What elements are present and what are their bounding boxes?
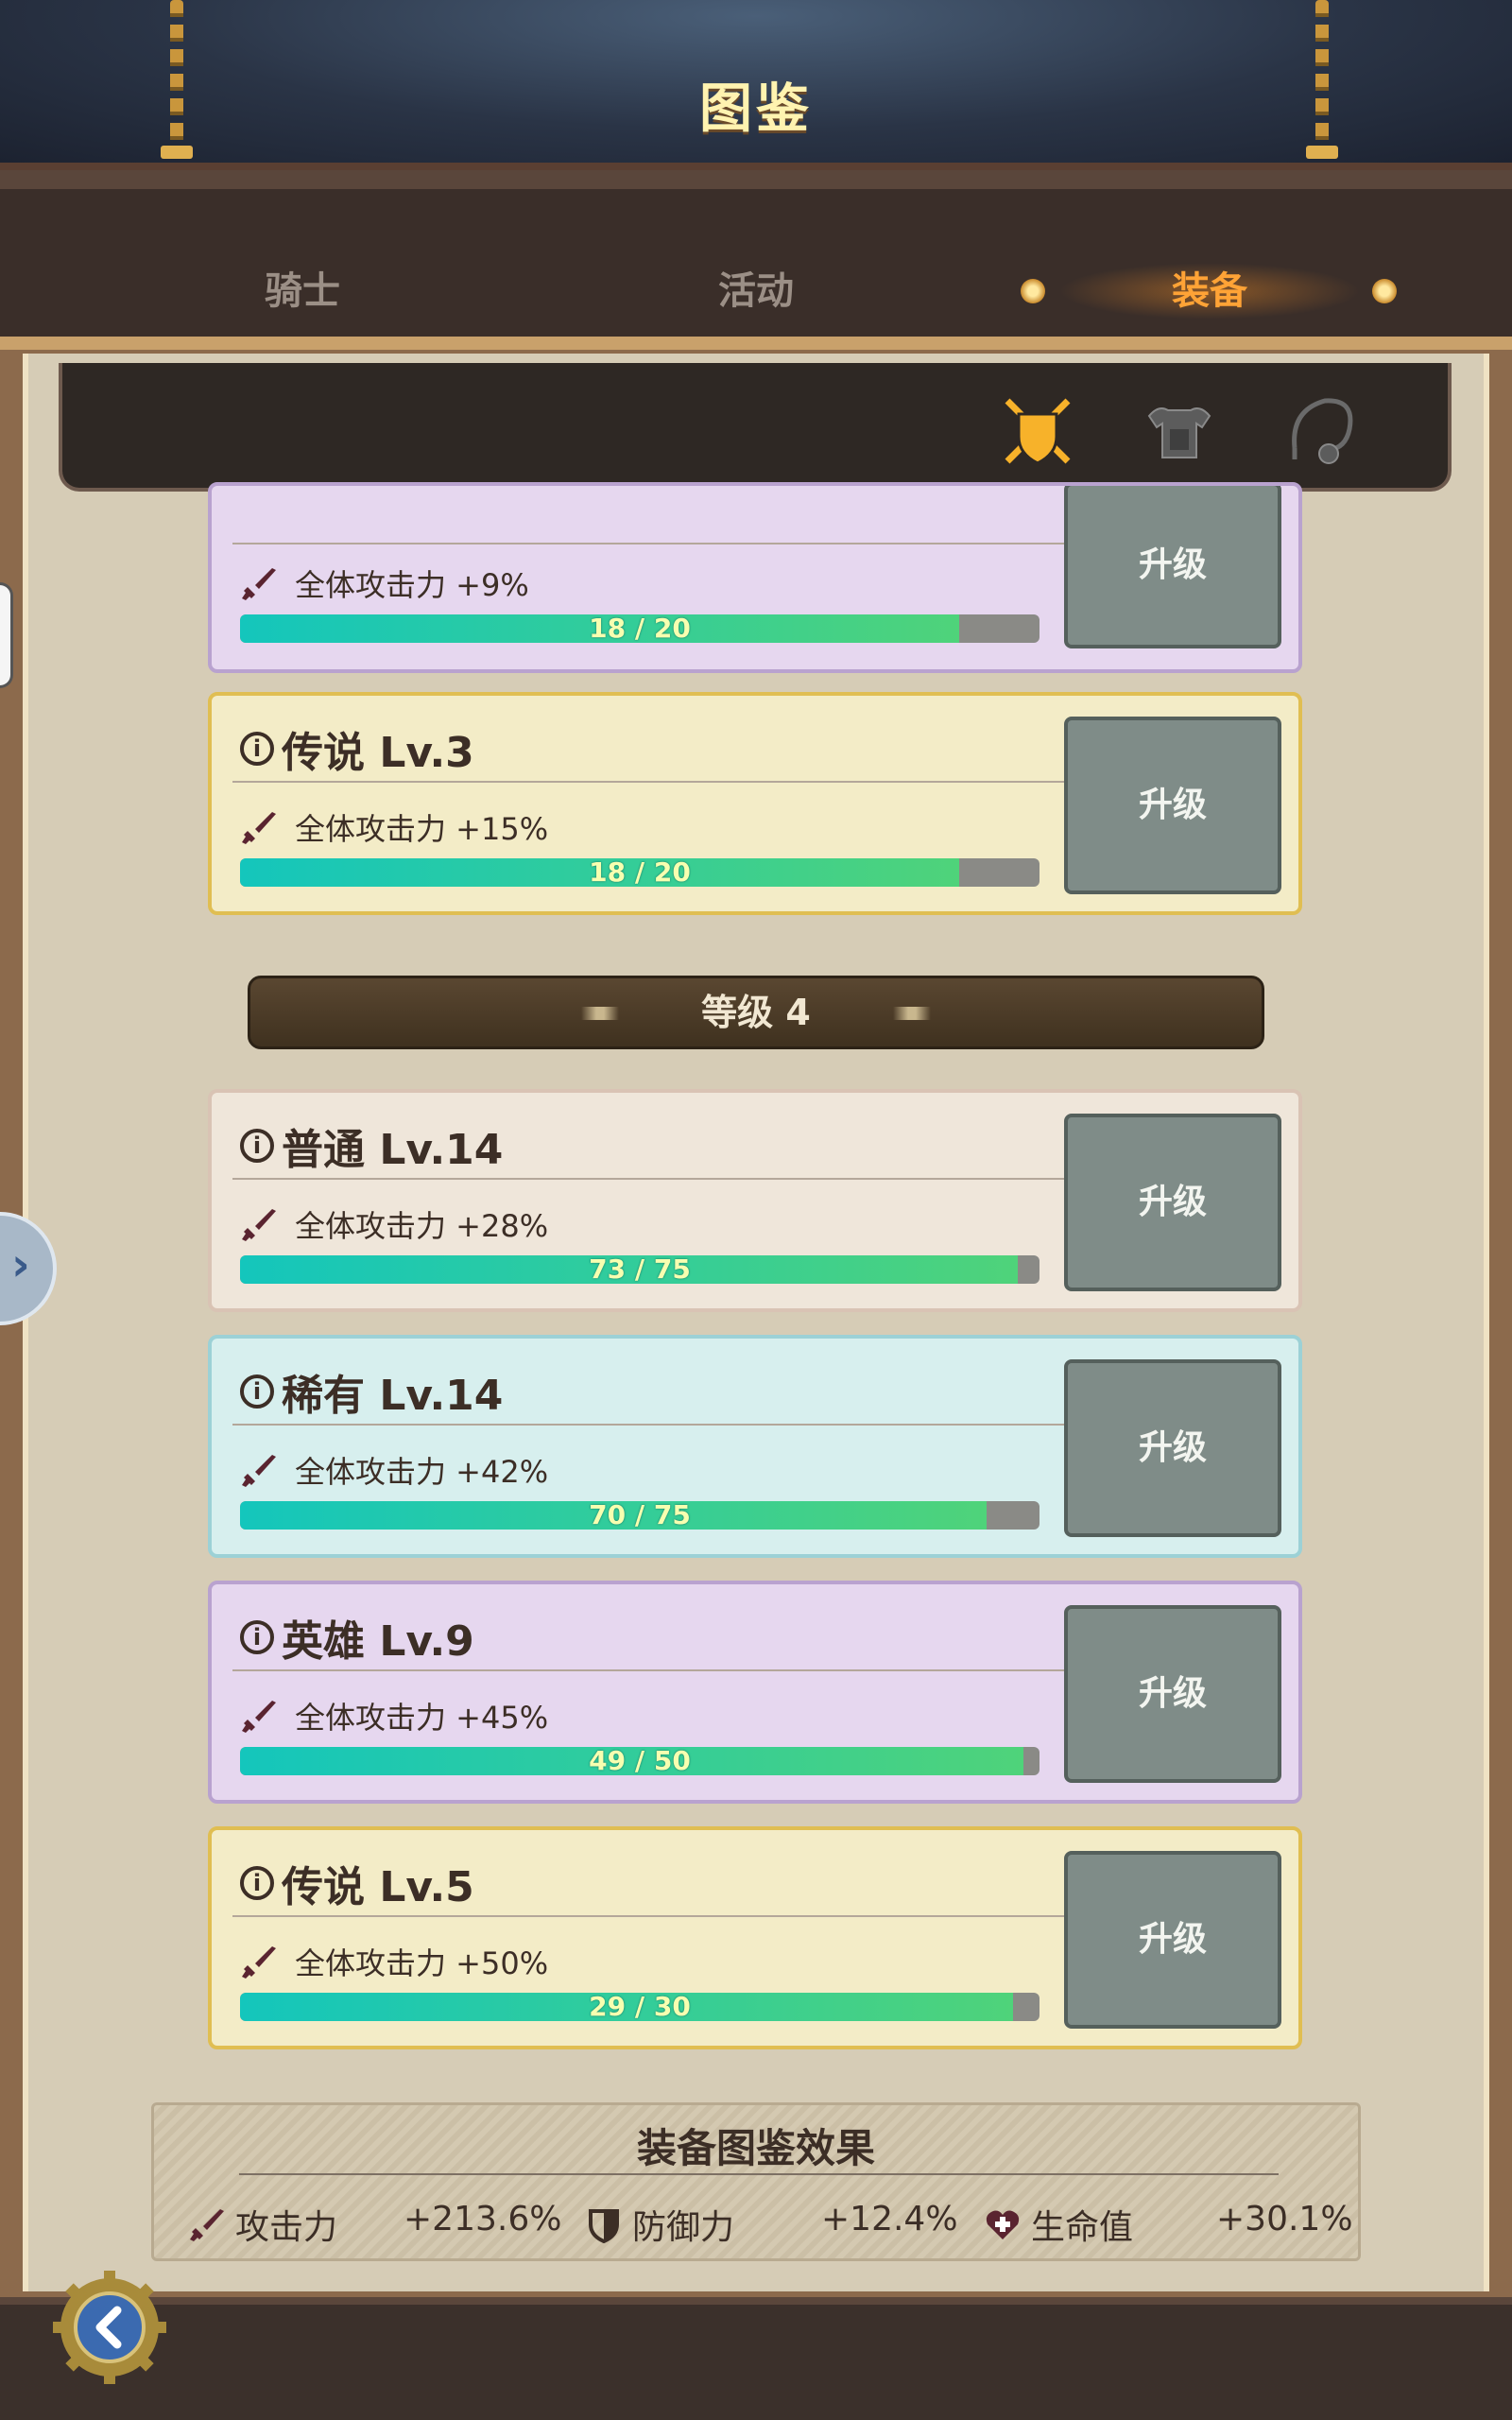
- card-bonus: 全体攻击力 +9%: [240, 562, 529, 605]
- bottom-bar: [0, 2297, 1512, 2420]
- progress-text: 29 / 30: [589, 1993, 691, 2021]
- card-title: i 稀有 Lv.14: [240, 1361, 503, 1422]
- shield-icon: [589, 2209, 619, 2243]
- card-separator: [232, 1915, 1068, 1917]
- card-title: i 普通 Lv.14: [240, 1115, 503, 1176]
- collection-card-legend-lv5: i 传说 Lv.5 全体攻击力 +50% 29 / 30 升级: [208, 1826, 1302, 2049]
- ornament-right: [893, 1007, 931, 1020]
- sword-icon: [242, 1455, 276, 1487]
- progress-text: 49 / 50: [589, 1747, 691, 1775]
- collection-card-epic: i 英雄 Lv.9 全体攻击力 +45% 49 / 50 升级: [208, 1581, 1302, 1804]
- card-bonus: 全体攻击力 +42%: [240, 1448, 548, 1492]
- progress-text: 73 / 75: [589, 1255, 691, 1284]
- card-bonus: 全体攻击力 +45%: [240, 1694, 548, 1737]
- sword-icon: [190, 2209, 224, 2241]
- sword-icon: [242, 568, 276, 600]
- collection-card-legend: i 传说 Lv.3 全体攻击力 +15% 18 / 20 升级: [208, 692, 1302, 915]
- card-bonus: 全体攻击力 +15%: [240, 805, 548, 849]
- ornament-left: [581, 1007, 619, 1020]
- progress-bar: 73 / 75: [240, 1255, 1040, 1284]
- card-bonus: 全体攻击力 +28%: [240, 1202, 548, 1246]
- stat-attack-value: +213.6%: [404, 2200, 562, 2238]
- info-icon[interactable]: i: [240, 732, 274, 766]
- info-icon[interactable]: i: [240, 1866, 274, 1900]
- upgrade-button[interactable]: 升级: [1064, 1605, 1281, 1783]
- upgrade-button[interactable]: 升级: [1064, 486, 1281, 648]
- collection-card-common: i 普通 Lv.14 全体攻击力 +28% 73 / 75 升级: [208, 1089, 1302, 1312]
- progress-text: 70 / 75: [589, 1501, 691, 1530]
- sword-icon: [242, 1701, 276, 1733]
- upgrade-button[interactable]: 升级: [1064, 1851, 1281, 2029]
- progress-bar: 49 / 50: [240, 1747, 1040, 1775]
- card-separator: [232, 1178, 1068, 1180]
- collection-effects-panel: 装备图鉴效果 攻击力 +213.6% 防御力 +12.4% 生命值 +30.1%: [151, 2102, 1361, 2261]
- back-button[interactable]: [53, 2271, 166, 2384]
- tab-knights[interactable]: 骑士: [113, 260, 491, 315]
- card-separator: [232, 543, 1068, 544]
- side-notch: [0, 582, 13, 688]
- stat-hp-value: +30.1%: [1216, 2200, 1353, 2238]
- tab-equipment[interactable]: 装备: [1021, 260, 1399, 315]
- chevron-right-icon: ›: [11, 1238, 30, 1291]
- info-icon[interactable]: i: [240, 1620, 274, 1654]
- progress-bar: 18 / 20: [240, 858, 1040, 887]
- page-title: 图鉴: [699, 78, 813, 140]
- stat-defense: 防御力: [585, 2200, 734, 2249]
- stat-hp: 生命值: [984, 2200, 1133, 2249]
- effects-separator: [239, 2173, 1279, 2175]
- upgrade-button[interactable]: 升级: [1064, 717, 1281, 894]
- tab-events[interactable]: 活动: [567, 260, 945, 315]
- armor-icon[interactable]: [1140, 391, 1219, 471]
- sword-icon: [242, 1209, 276, 1241]
- filter-bar: [59, 363, 1452, 492]
- progress-bar: 29 / 30: [240, 1993, 1040, 2021]
- stat-attack: 攻击力: [188, 2200, 337, 2249]
- info-icon[interactable]: i: [240, 1374, 274, 1409]
- level-label: 等级 4: [701, 992, 811, 1033]
- crossed-swords-shield-icon[interactable]: [998, 391, 1077, 471]
- collection-card-epic-partial: 全体攻击力 +9% 18 / 20 升级: [208, 482, 1302, 673]
- sword-icon: [242, 1946, 276, 1979]
- card-bonus: 全体攻击力 +50%: [240, 1940, 548, 1983]
- card-title: i 传说 Lv.3: [240, 718, 474, 779]
- sword-icon: [242, 812, 276, 844]
- card-title: i 英雄 Lv.9: [240, 1607, 474, 1668]
- level-section-header: 等级 4: [248, 976, 1264, 1049]
- card-separator: [232, 1669, 1068, 1671]
- progress-bar: 18 / 20: [240, 614, 1040, 643]
- collection-card-rare: i 稀有 Lv.14 全体攻击力 +42% 70 / 75 升级: [208, 1335, 1302, 1558]
- card-separator: [232, 1424, 1068, 1426]
- progress-text: 18 / 20: [589, 614, 691, 643]
- tab-bar: 骑士 活动 装备: [0, 170, 1512, 350]
- progress-bar: 70 / 75: [240, 1501, 1040, 1530]
- card-separator: [232, 781, 1068, 783]
- upgrade-button[interactable]: 升级: [1064, 1114, 1281, 1291]
- heart-plus-icon: [986, 2210, 1020, 2239]
- stat-defense-value: +12.4%: [821, 2200, 958, 2238]
- progress-text: 18 / 20: [589, 858, 691, 887]
- card-title: i 传说 Lv.5: [240, 1853, 474, 1913]
- info-icon[interactable]: i: [240, 1129, 274, 1163]
- necklace-icon[interactable]: [1281, 391, 1361, 471]
- upgrade-button[interactable]: 升级: [1064, 1359, 1281, 1537]
- effects-title: 装备图鉴效果: [636, 2125, 875, 2171]
- top-banner: 图鉴: [0, 0, 1512, 170]
- gear-icon: [53, 2271, 166, 2384]
